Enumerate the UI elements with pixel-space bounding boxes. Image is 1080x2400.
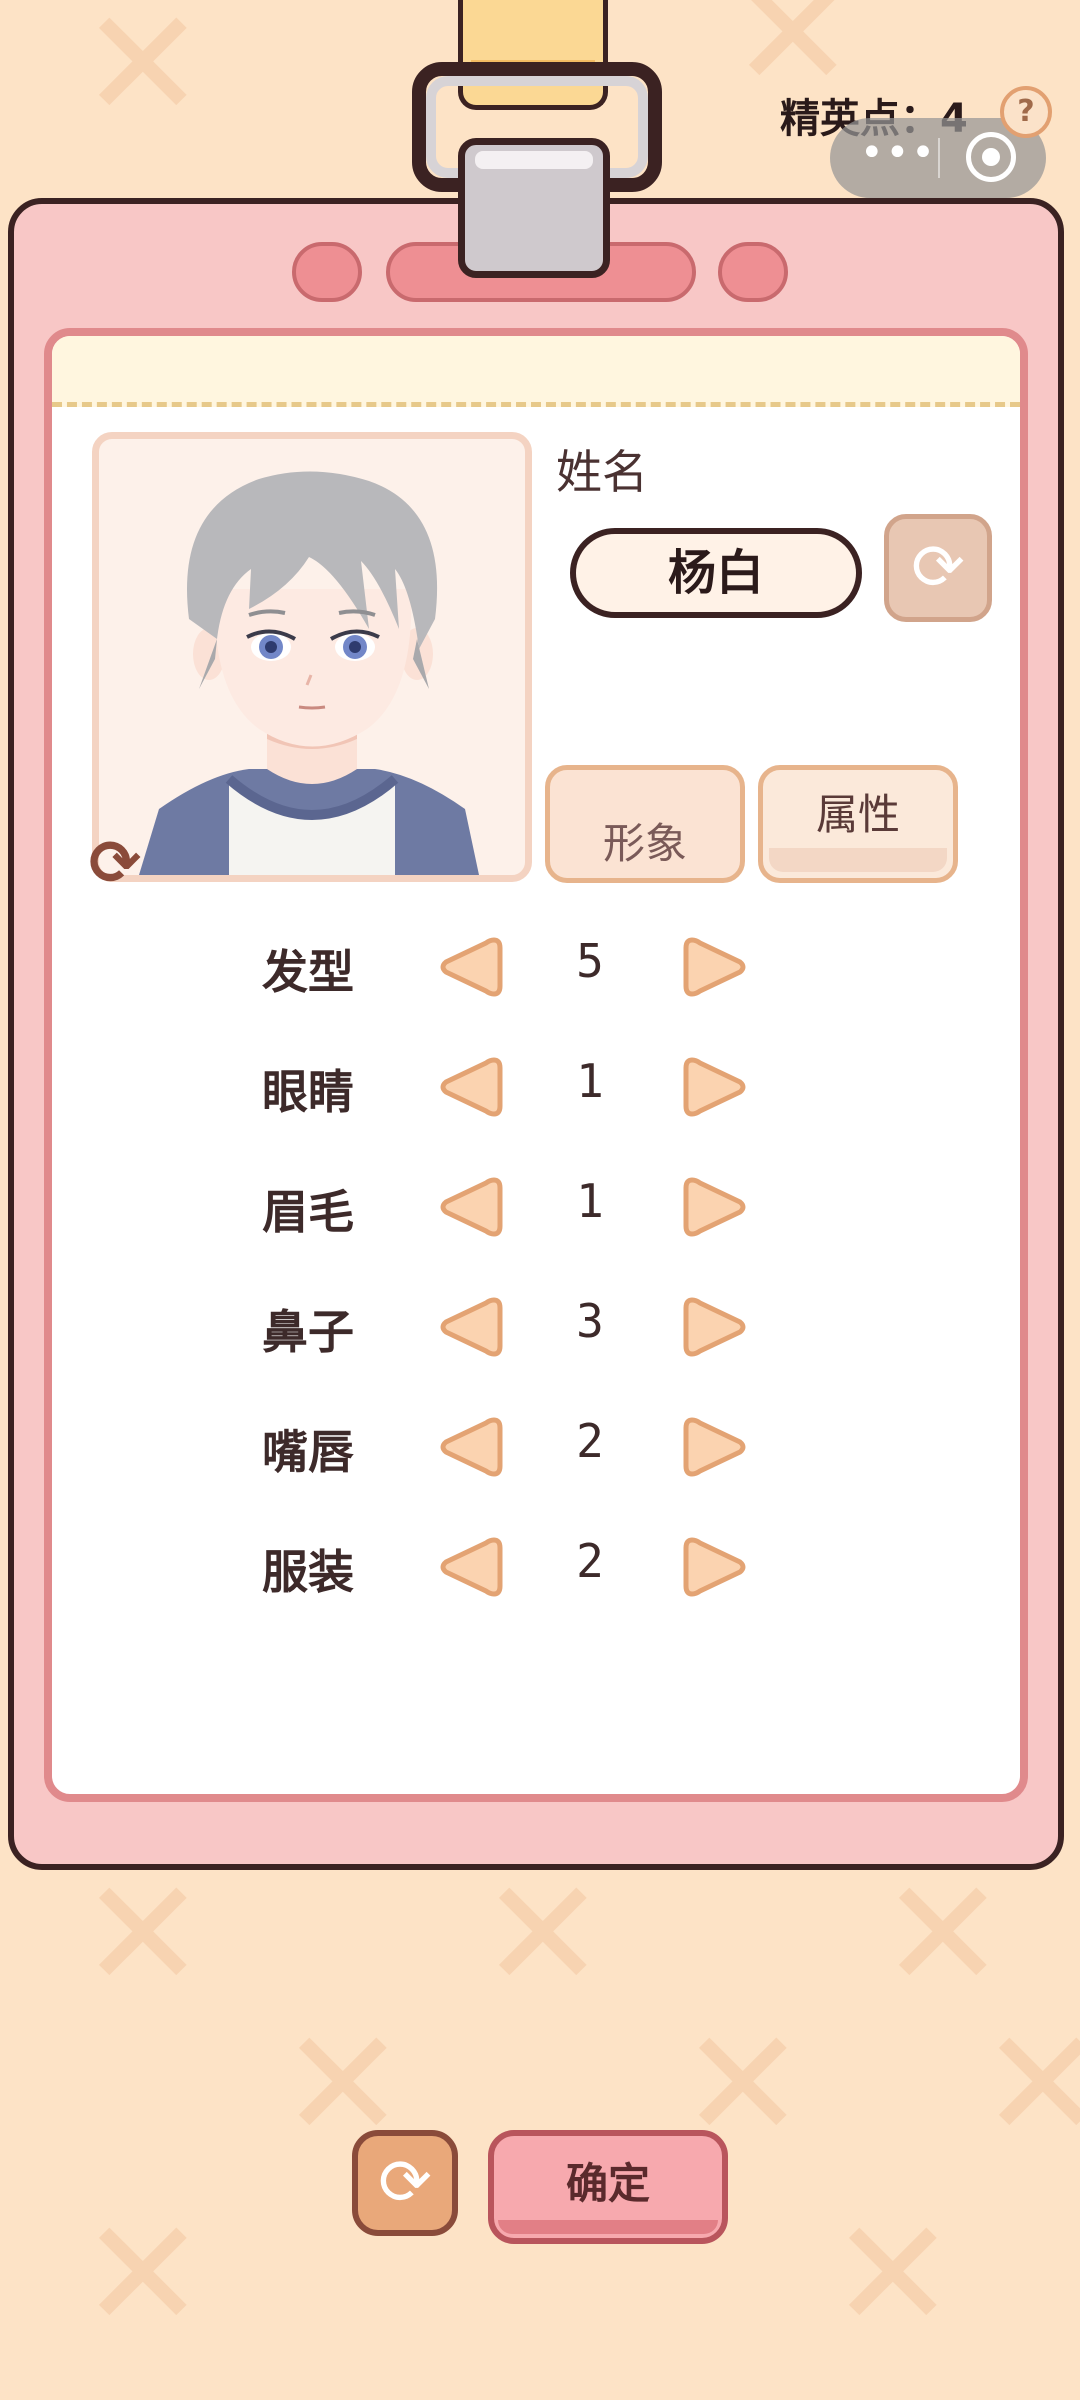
- arrow-left-icon[interactable]: [432, 930, 506, 1004]
- feature-label: 鼻子: [262, 1305, 354, 1359]
- arrow-left-icon[interactable]: [432, 1410, 506, 1484]
- name-label: 姓名: [556, 445, 648, 499]
- bg-cross: ✕: [830, 2188, 956, 2362]
- arrow-right-icon[interactable]: [680, 1170, 754, 1244]
- character-avatar-image: [139, 471, 479, 875]
- arrow-right-icon[interactable]: [680, 1050, 754, 1124]
- confirm-button[interactable]: 确定: [488, 2130, 728, 2244]
- feature-value: 1: [576, 1174, 604, 1228]
- arrow-right-icon[interactable]: [680, 1410, 754, 1484]
- arrow-right-icon[interactable]: [680, 930, 754, 1004]
- arrow-left-icon[interactable]: [432, 1170, 506, 1244]
- refresh-name-button[interactable]: ⟳: [884, 514, 992, 622]
- feature-value: 1: [576, 1054, 604, 1108]
- name-field[interactable]: 杨白: [570, 528, 862, 618]
- tab-attributes-label: 属性: [815, 790, 900, 839]
- feature-row-nose: 鼻子 3: [0, 1282, 1080, 1372]
- refresh-icon: ⟳: [911, 531, 965, 605]
- feature-row-lips: 嘴唇 2: [0, 1402, 1080, 1492]
- bg-cross: ✕: [80, 0, 206, 152]
- feature-label: 眼睛: [262, 1065, 354, 1119]
- confirm-label: 确定: [565, 2159, 650, 2208]
- randomize-button[interactable]: ⟳: [352, 2130, 458, 2236]
- feature-label: 眉毛: [262, 1185, 354, 1239]
- arrow-right-icon[interactable]: [680, 1290, 754, 1364]
- tab-attributes[interactable]: 属性: [758, 765, 958, 883]
- panel-header-strip: [52, 336, 1020, 407]
- feature-value: 5: [576, 934, 604, 988]
- feature-label: 发型: [262, 945, 354, 999]
- feature-row-eyes: 眼睛 1: [0, 1042, 1080, 1132]
- feature-label: 服装: [262, 1545, 354, 1599]
- capsule-divider: [938, 138, 940, 178]
- feature-value: 2: [576, 1534, 604, 1588]
- bg-cross: ✕: [980, 1998, 1080, 2172]
- refresh-icon: ⟳: [378, 2146, 432, 2220]
- help-button[interactable]: ?: [1000, 86, 1052, 138]
- badge-hole: [292, 242, 362, 302]
- tab-appearance[interactable]: 形象: [545, 765, 745, 883]
- more-icon[interactable]: •••: [860, 130, 937, 176]
- arrow-left-icon[interactable]: [432, 1530, 506, 1604]
- feature-row-hairstyle: 发型 5: [0, 922, 1080, 1012]
- badge-hole: [718, 242, 788, 302]
- close-target-icon[interactable]: [966, 132, 1016, 182]
- arrow-right-icon[interactable]: [680, 1530, 754, 1604]
- bg-cross: ✕: [880, 1848, 1006, 2022]
- feature-label: 嘴唇: [262, 1425, 354, 1479]
- feature-row-eyebrows: 眉毛 1: [0, 1162, 1080, 1252]
- refresh-icon[interactable]: ⟳: [80, 826, 150, 900]
- feature-row-outfit: 服装 2: [0, 1522, 1080, 1612]
- feature-value: 2: [576, 1414, 604, 1468]
- arrow-left-icon[interactable]: [432, 1290, 506, 1364]
- bg-cross: ✕: [80, 2188, 206, 2362]
- arrow-left-icon[interactable]: [432, 1050, 506, 1124]
- bg-cross: ✕: [480, 1848, 606, 2022]
- badge-clip: [458, 138, 610, 278]
- feature-value: 3: [576, 1294, 604, 1348]
- bg-cross: ✕: [80, 1848, 206, 2022]
- character-portrait: [92, 432, 532, 882]
